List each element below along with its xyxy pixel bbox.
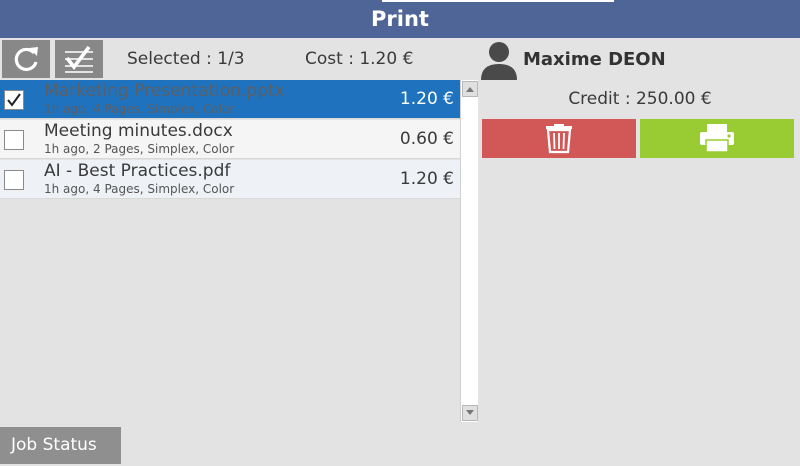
arrow-up-icon — [466, 87, 474, 92]
refresh-button[interactable] — [2, 40, 50, 78]
job-cost: 0.60 € — [399, 129, 454, 149]
page-title: Print — [371, 7, 429, 31]
printer-icon — [700, 124, 734, 153]
job-checkbox[interactable] — [4, 170, 24, 190]
select-all-button[interactable] — [55, 40, 103, 78]
selected-count: Selected : 1/3 — [127, 49, 245, 69]
checklist-icon — [65, 45, 93, 73]
job-name: Meeting minutes.docx — [44, 121, 233, 141]
title-bar: Print — [0, 0, 800, 38]
delete-button[interactable] — [482, 119, 636, 158]
arrow-down-icon — [466, 410, 474, 415]
avatar — [478, 40, 522, 80]
trash-icon — [546, 124, 572, 154]
job-details: 1h ago, 2 Pages, Simplex, Color — [44, 142, 235, 156]
job-name: AI - Best Practices.pdf — [44, 161, 231, 181]
job-list-scrollbar[interactable] — [460, 80, 478, 422]
credit-balance: Credit : 250.00 € — [568, 89, 712, 109]
job-name: Marketing Presentation.pptx — [44, 81, 285, 101]
job-cost: 1.20 € — [399, 169, 454, 189]
job-status-button[interactable]: Job Status — [0, 427, 121, 464]
job-cost: 1.20 € — [399, 89, 454, 109]
user-name: Maxime DEON — [523, 49, 666, 70]
job-row[interactable]: AI - Best Practices.pdf 1h ago, 4 Pages,… — [0, 160, 460, 199]
user-icon — [481, 42, 517, 80]
scroll-up-button[interactable] — [462, 81, 478, 97]
job-checkbox[interactable] — [4, 90, 24, 110]
selected-cost: Cost : 1.20 € — [305, 49, 414, 69]
refresh-icon — [14, 47, 38, 72]
checkmark-icon — [7, 93, 21, 107]
job-details: 1h ago, 4 Pages, Simplex, Color — [44, 182, 235, 196]
job-list: Marketing Presentation.pptx 1h ago, 4 Pa… — [0, 80, 460, 420]
scroll-down-button[interactable] — [462, 405, 478, 421]
job-checkbox[interactable] — [4, 130, 24, 150]
job-row[interactable]: Meeting minutes.docx 1h ago, 2 Pages, Si… — [0, 120, 460, 159]
toolbar: Selected : 1/3 Cost : 1.20 € Maxime DEON — [0, 38, 800, 80]
job-row[interactable]: Marketing Presentation.pptx 1h ago, 4 Pa… — [0, 80, 460, 119]
print-button[interactable] — [640, 119, 794, 158]
job-details: 1h ago, 4 Pages, Simplex, Color — [44, 102, 235, 116]
